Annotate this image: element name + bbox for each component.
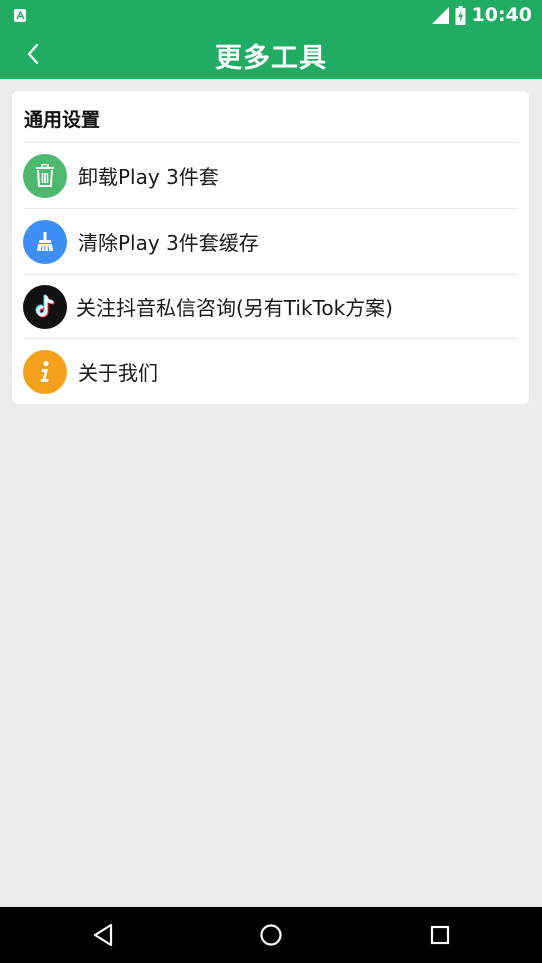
list-item-label: 关于我们 [78, 361, 158, 385]
broom-icon [23, 219, 67, 264]
system-nav-bar [0, 907, 542, 963]
nav-back-button[interactable] [89, 921, 117, 949]
nav-home-icon [260, 924, 282, 946]
list-item-label: 关注抖音私信咨询(另有TikTok方案) [76, 296, 393, 320]
page-title: 更多工具 [215, 43, 327, 74]
app-bar: 更多工具 [0, 30, 542, 79]
nav-recents-icon [430, 925, 450, 945]
status-icons: 10:40 [431, 4, 532, 26]
signal-icon [431, 6, 449, 24]
status-bar: 10:40 [0, 0, 542, 30]
settings-card: 通用设置 卸载Play 3件套 清除Play 3件套缓存 关注抖音私信咨询(另有… [12, 91, 529, 404]
status-time: 10:40 [471, 4, 532, 26]
section-title: 通用设置 [24, 109, 101, 131]
list-item-label: 卸载Play 3件套 [78, 165, 219, 189]
uninstall-play-item[interactable]: 卸载Play 3件套 [12, 143, 529, 208]
trash-icon [23, 153, 67, 198]
about-us-item[interactable]: 关于我们 [12, 339, 529, 404]
follow-douyin-item[interactable]: 关注抖音私信咨询(另有TikTok方案) [12, 274, 529, 339]
list-item-label: 清除Play 3件套缓存 [78, 231, 259, 255]
battery-charging-icon [455, 5, 466, 25]
tiktok-icon [23, 284, 67, 329]
clear-cache-item[interactable]: 清除Play 3件套缓存 [12, 209, 529, 274]
info-icon [23, 349, 67, 394]
nav-recents-button[interactable] [426, 921, 454, 949]
nav-home-button[interactable] [257, 921, 285, 949]
nav-back-icon [93, 923, 113, 947]
app-notification-icon [14, 8, 26, 22]
